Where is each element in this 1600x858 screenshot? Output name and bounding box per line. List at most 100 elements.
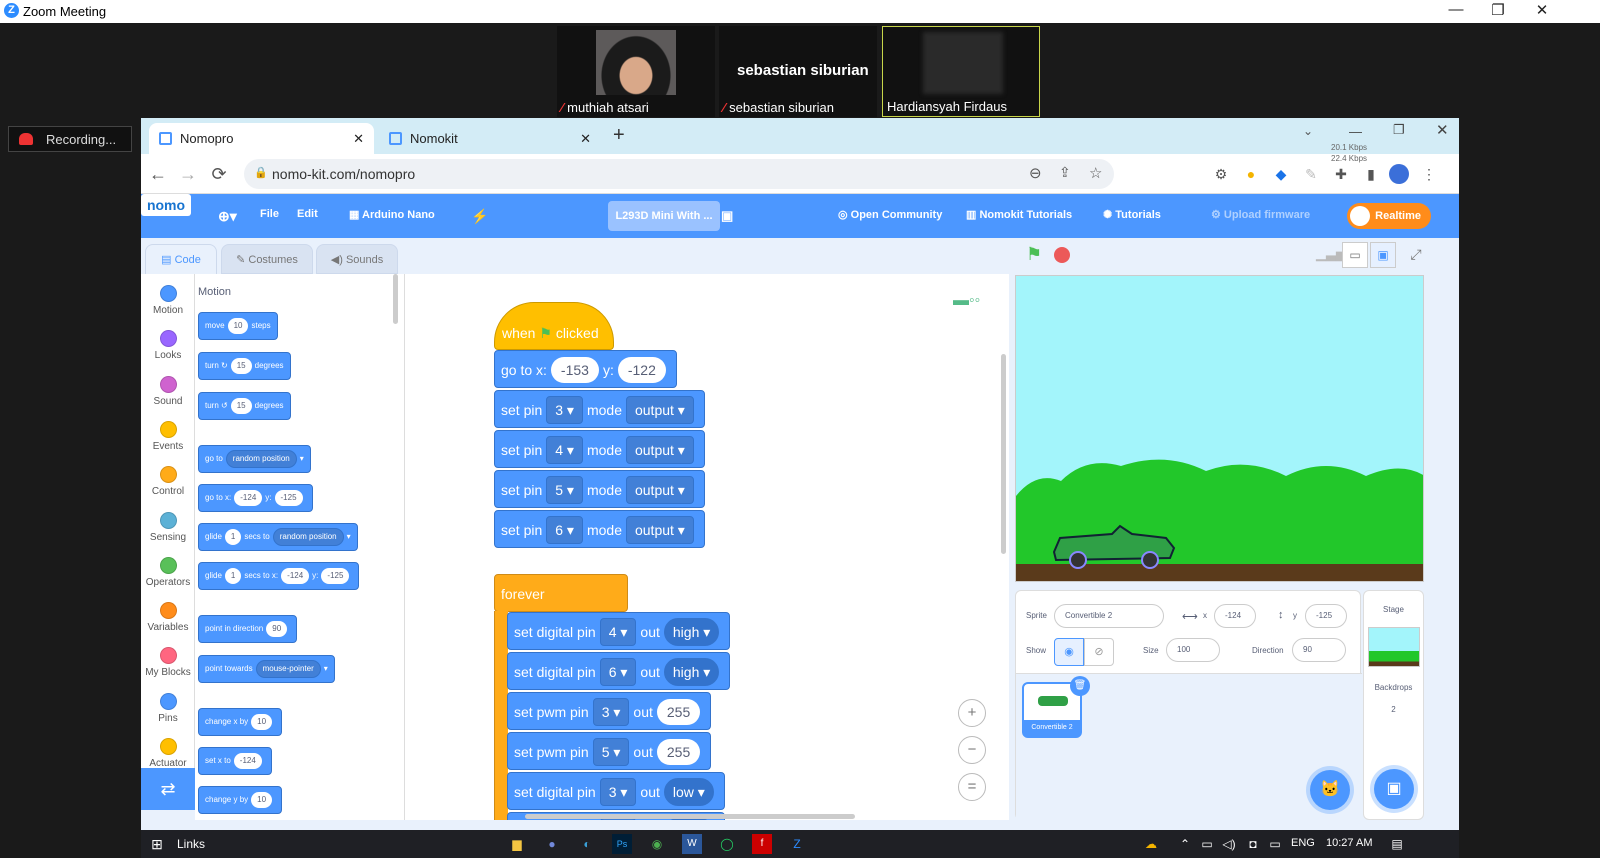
hide-sprite-eye-icon[interactable]: ⊘ <box>1084 638 1114 666</box>
edge-icon[interactable]: ◐ <box>577 834 597 854</box>
tab-nomokit[interactable]: Nomokit ✕ <box>379 123 601 154</box>
category-events[interactable]: Events <box>141 416 195 461</box>
new-tab-button[interactable]: + <box>613 124 625 147</box>
recording-indicator[interactable]: Recording... <box>8 126 132 152</box>
discord-icon[interactable]: ● <box>542 834 562 854</box>
reload-button[interactable]: ⟳ <box>207 162 231 186</box>
zoom-reset-button[interactable]: = <box>958 773 986 801</box>
set-pin-mode-block[interactable]: set pin 3 ▾ mode output ▾ <box>494 390 705 428</box>
reading-list-icon[interactable]: ▮ <box>1361 164 1381 184</box>
tab-costumes[interactable]: ✎ Costumes <box>221 244 313 274</box>
participant-tile[interactable]: ⁄ muthiah atsari <box>557 26 715 117</box>
zoom-in-button[interactable]: + <box>958 699 986 727</box>
participant-tile[interactable]: sebastian siburian ⁄ sebastian siburian <box>719 26 877 117</box>
project-title-input[interactable]: L293D Mini With ... <box>608 201 720 231</box>
tab-close-icon[interactable]: ✕ <box>580 131 591 147</box>
palette-block-change-y[interactable]: change y by 10 <box>198 786 283 814</box>
back-button[interactable]: ← <box>146 162 170 186</box>
sprite-x-input[interactable]: -124 <box>1214 604 1256 628</box>
palette-block-glide-to[interactable]: glide 1 secs to random position ▾ <box>198 523 358 551</box>
script-vertical-scrollbar[interactable] <box>1001 354 1006 554</box>
stage-canvas[interactable] <box>1015 275 1424 582</box>
tray-chevron-icon[interactable]: ⌃ <box>1175 834 1195 854</box>
minimize-button[interactable]: — <box>1436 1 1476 21</box>
close-button[interactable]: ✕ <box>1522 1 1562 21</box>
category-looks[interactable]: Looks <box>141 325 195 370</box>
set-digital-pin-block[interactable]: set digital pin 6 ▾ out high ▾ <box>507 652 731 690</box>
category-variables[interactable]: Variables <box>141 597 195 642</box>
green-flag-button[interactable]: ⚑ <box>1026 244 1042 265</box>
notifications-icon[interactable]: ▤ <box>1387 834 1407 854</box>
zoom-out-button[interactable]: − <box>958 736 986 764</box>
open-community-link[interactable]: ◎ Open Community <box>838 208 942 221</box>
add-extension-button[interactable]: ⇄ <box>141 768 195 810</box>
choose-sprite-button[interactable]: 🐱 <box>1310 770 1350 810</box>
participant-tile-active-speaker[interactable]: Hardiansyah Firdaus <box>882 26 1040 117</box>
set-pin-mode-block[interactable]: set pin 4 ▾ mode output ▾ <box>494 430 705 468</box>
tab-code[interactable]: ▤ Code <box>145 244 217 274</box>
network-icon[interactable]: ▭ <box>1197 834 1217 854</box>
chrome-icon[interactable]: ◉ <box>647 834 667 854</box>
battery-icon[interactable]: ▭ <box>1265 834 1285 854</box>
zoom-taskbar-icon[interactable]: Z <box>787 834 807 854</box>
tab-close-icon[interactable]: ✕ <box>353 131 364 147</box>
set-digital-pin-block[interactable]: set digital pin 3 ▾ out low ▾ <box>507 772 725 810</box>
nomokit-tutorials-link[interactable]: ▥ Nomokit Tutorials <box>966 208 1072 221</box>
browser-minimize-button[interactable]: — <box>1349 124 1362 139</box>
tutorials-link[interactable]: ✺ Tutorials <box>1103 208 1161 221</box>
category-sound[interactable]: Sound <box>141 371 195 416</box>
address-bar[interactable]: 🔒 nomo-kit.com/nomopro ⊖ ⇪ ☆ <box>244 159 1114 189</box>
palette-block-change-x[interactable]: change x by 10 <box>198 708 283 736</box>
palette-block-point-towards[interactable]: point towards mouse-pointer ▾ <box>198 655 335 683</box>
nomo-logo[interactable]: nomo <box>141 194 191 216</box>
extension-icon[interactable]: ⚙ <box>1211 164 1231 184</box>
palette-block-turn-left[interactable]: turn ↺ 15 degrees <box>198 392 291 420</box>
backdrop-thumbnail[interactable] <box>1368 627 1420 667</box>
stop-button[interactable] <box>1054 247 1070 263</box>
forever-block[interactable]: forever <box>494 574 628 612</box>
tab-nomopro[interactable]: Nomopro ✕ <box>149 123 374 154</box>
delete-sprite-icon[interactable]: 🗑 <box>1070 676 1090 696</box>
edit-menu[interactable]: Edit <box>297 208 318 220</box>
windows-start-icon[interactable]: ⊞ <box>147 834 167 854</box>
script-area[interactable]: when ⚑ clicked go to x: -153 y: -122 set pi… <box>405 274 1009 820</box>
set-digital-pin-block[interactable]: set digital pin 4 ▾ out high ▾ <box>507 612 731 650</box>
bulb-extension-icon[interactable]: ● <box>1241 164 1261 184</box>
category-pins[interactable]: Pins <box>141 688 195 733</box>
camera-icon[interactable]: ◘ <box>1243 834 1263 854</box>
whatsapp-icon[interactable]: ◯ <box>717 834 737 854</box>
set-pwm-pin-block[interactable]: set pwm pin 5 ▾ out 255 <box>507 732 712 770</box>
normal-stage-button[interactable]: ▣ <box>1370 242 1396 268</box>
category-operators[interactable]: Operators <box>141 552 195 597</box>
puzzle-extensions-icon[interactable]: ✚ <box>1331 164 1351 184</box>
palette-block-turn-right[interactable]: turn ↻ 15 degrees <box>198 352 291 380</box>
tab-sounds[interactable]: ◀) Sounds <box>316 244 398 274</box>
when-flag-clicked-block[interactable]: when ⚑ clicked <box>494 302 614 350</box>
tab-search-icon[interactable]: ⌄ <box>1303 124 1313 138</box>
realtime-toggle[interactable]: Realtime <box>1347 203 1431 229</box>
show-visible-eye-icon[interactable]: ◉ <box>1054 638 1084 666</box>
zoom-icon[interactable]: ⊖ <box>1029 164 1042 182</box>
share-icon[interactable]: ⇪ <box>1059 164 1071 181</box>
acrobat-icon[interactable]: f <box>752 834 772 854</box>
language-indicator[interactable]: ENG <box>1291 837 1315 849</box>
palette-block-go-to[interactable]: go to random position ▾ <box>198 445 311 473</box>
choose-backdrop-button[interactable]: ▣ <box>1374 769 1414 809</box>
palette-block-go-to-xy[interactable]: go to x: -124 y: -125 <box>198 484 313 512</box>
bookmark-star-icon[interactable]: ☆ <box>1089 164 1102 182</box>
set-pwm-pin-block[interactable]: set pwm pin 3 ▾ out 255 <box>507 692 712 730</box>
graduation-extension-icon[interactable]: ◆ <box>1271 164 1291 184</box>
palette-scrollbar[interactable] <box>393 274 398 324</box>
sprite-y-input[interactable]: -125 <box>1305 604 1347 628</box>
save-icon[interactable]: ▣ <box>721 208 733 224</box>
palette-block-point-direction[interactable]: point in direction 90 <box>198 615 298 643</box>
set-pin-mode-block[interactable]: set pin 5 ▾ mode output ▾ <box>494 470 705 508</box>
palette-block-move[interactable]: move 10 steps <box>198 312 278 340</box>
profile-avatar[interactable] <box>1389 164 1409 184</box>
clock[interactable]: 10:27 AM <box>1326 837 1372 849</box>
word-icon[interactable]: W <box>682 834 702 854</box>
weather-icon[interactable]: ☁ <box>1141 834 1161 854</box>
category-sensing[interactable]: Sensing <box>141 507 195 552</box>
palette-block-set-x[interactable]: set x to -124 <box>198 747 272 775</box>
language-globe-icon[interactable]: ⊕▾ <box>218 208 237 225</box>
